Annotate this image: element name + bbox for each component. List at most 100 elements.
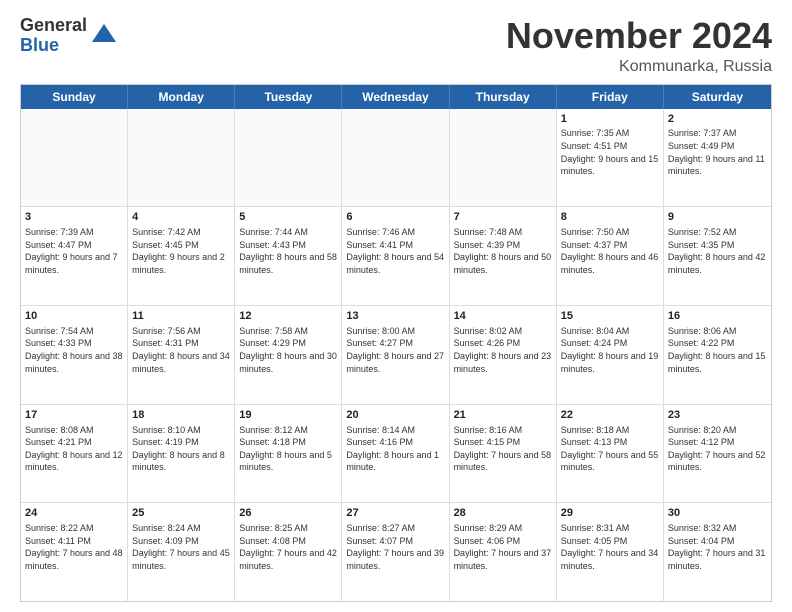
day-number: 14 bbox=[454, 309, 552, 324]
day-number: 25 bbox=[132, 506, 230, 521]
day-info: Sunrise: 8:31 AM Sunset: 4:05 PM Dayligh… bbox=[561, 522, 659, 572]
day-number: 18 bbox=[132, 408, 230, 423]
day-info: Sunrise: 8:14 AM Sunset: 4:16 PM Dayligh… bbox=[346, 424, 444, 474]
day-number: 19 bbox=[239, 408, 337, 423]
day-info: Sunrise: 8:25 AM Sunset: 4:08 PM Dayligh… bbox=[239, 522, 337, 572]
day-number: 13 bbox=[346, 309, 444, 324]
day-number: 23 bbox=[668, 408, 767, 423]
day-info: Sunrise: 8:02 AM Sunset: 4:26 PM Dayligh… bbox=[454, 325, 552, 375]
day-number: 1 bbox=[561, 112, 659, 127]
page-header: General Blue November 2024 Kommunarka, R… bbox=[20, 16, 772, 76]
day-info: Sunrise: 8:06 AM Sunset: 4:22 PM Dayligh… bbox=[668, 325, 767, 375]
cal-cell-r0-c6: 2Sunrise: 7:37 AM Sunset: 4:49 PM Daylig… bbox=[664, 109, 771, 207]
logo-icon bbox=[90, 22, 118, 50]
cal-cell-r3-c3: 20Sunrise: 8:14 AM Sunset: 4:16 PM Dayli… bbox=[342, 405, 449, 503]
cal-cell-r3-c4: 21Sunrise: 8:16 AM Sunset: 4:15 PM Dayli… bbox=[450, 405, 557, 503]
day-info: Sunrise: 7:39 AM Sunset: 4:47 PM Dayligh… bbox=[25, 226, 123, 276]
cal-cell-r1-c6: 9Sunrise: 7:52 AM Sunset: 4:35 PM Daylig… bbox=[664, 207, 771, 305]
day-number: 3 bbox=[25, 210, 123, 225]
header-day-tuesday: Tuesday bbox=[235, 85, 342, 109]
day-number: 5 bbox=[239, 210, 337, 225]
day-info: Sunrise: 8:22 AM Sunset: 4:11 PM Dayligh… bbox=[25, 522, 123, 572]
day-info: Sunrise: 8:10 AM Sunset: 4:19 PM Dayligh… bbox=[132, 424, 230, 474]
day-number: 6 bbox=[346, 210, 444, 225]
day-info: Sunrise: 7:44 AM Sunset: 4:43 PM Dayligh… bbox=[239, 226, 337, 276]
cal-cell-r1-c1: 4Sunrise: 7:42 AM Sunset: 4:45 PM Daylig… bbox=[128, 207, 235, 305]
cal-cell-r0-c4 bbox=[450, 109, 557, 207]
cal-cell-r1-c2: 5Sunrise: 7:44 AM Sunset: 4:43 PM Daylig… bbox=[235, 207, 342, 305]
day-number: 2 bbox=[668, 112, 767, 127]
day-info: Sunrise: 7:56 AM Sunset: 4:31 PM Dayligh… bbox=[132, 325, 230, 375]
cal-cell-r2-c1: 11Sunrise: 7:56 AM Sunset: 4:31 PM Dayli… bbox=[128, 306, 235, 404]
cal-cell-r0-c0 bbox=[21, 109, 128, 207]
day-number: 9 bbox=[668, 210, 767, 225]
day-number: 30 bbox=[668, 506, 767, 521]
header-day-thursday: Thursday bbox=[450, 85, 557, 109]
header-day-wednesday: Wednesday bbox=[342, 85, 449, 109]
cal-cell-r4-c2: 26Sunrise: 8:25 AM Sunset: 4:08 PM Dayli… bbox=[235, 503, 342, 601]
day-info: Sunrise: 7:37 AM Sunset: 4:49 PM Dayligh… bbox=[668, 127, 767, 177]
cal-cell-r3-c6: 23Sunrise: 8:20 AM Sunset: 4:12 PM Dayli… bbox=[664, 405, 771, 503]
day-info: Sunrise: 7:35 AM Sunset: 4:51 PM Dayligh… bbox=[561, 127, 659, 177]
cal-cell-r4-c0: 24Sunrise: 8:22 AM Sunset: 4:11 PM Dayli… bbox=[21, 503, 128, 601]
header-day-monday: Monday bbox=[128, 85, 235, 109]
month-title: November 2024 bbox=[506, 16, 772, 56]
cal-cell-r1-c0: 3Sunrise: 7:39 AM Sunset: 4:47 PM Daylig… bbox=[21, 207, 128, 305]
cal-cell-r0-c2 bbox=[235, 109, 342, 207]
cal-cell-r4-c5: 29Sunrise: 8:31 AM Sunset: 4:05 PM Dayli… bbox=[557, 503, 664, 601]
day-number: 4 bbox=[132, 210, 230, 225]
day-number: 12 bbox=[239, 309, 337, 324]
day-info: Sunrise: 7:46 AM Sunset: 4:41 PM Dayligh… bbox=[346, 226, 444, 276]
logo-blue: Blue bbox=[20, 36, 87, 56]
calendar-body: 1Sunrise: 7:35 AM Sunset: 4:51 PM Daylig… bbox=[21, 109, 771, 601]
calendar-row-2: 10Sunrise: 7:54 AM Sunset: 4:33 PM Dayli… bbox=[21, 305, 771, 404]
logo: General Blue bbox=[20, 16, 118, 56]
day-number: 8 bbox=[561, 210, 659, 225]
calendar-header: SundayMondayTuesdayWednesdayThursdayFrid… bbox=[21, 85, 771, 109]
calendar-row-3: 17Sunrise: 8:08 AM Sunset: 4:21 PM Dayli… bbox=[21, 404, 771, 503]
cal-cell-r2-c3: 13Sunrise: 8:00 AM Sunset: 4:27 PM Dayli… bbox=[342, 306, 449, 404]
calendar: SundayMondayTuesdayWednesdayThursdayFrid… bbox=[20, 84, 772, 602]
day-info: Sunrise: 8:18 AM Sunset: 4:13 PM Dayligh… bbox=[561, 424, 659, 474]
day-info: Sunrise: 7:54 AM Sunset: 4:33 PM Dayligh… bbox=[25, 325, 123, 375]
day-info: Sunrise: 7:42 AM Sunset: 4:45 PM Dayligh… bbox=[132, 226, 230, 276]
cal-cell-r2-c0: 10Sunrise: 7:54 AM Sunset: 4:33 PM Dayli… bbox=[21, 306, 128, 404]
cal-cell-r2-c5: 15Sunrise: 8:04 AM Sunset: 4:24 PM Dayli… bbox=[557, 306, 664, 404]
cal-cell-r3-c0: 17Sunrise: 8:08 AM Sunset: 4:21 PM Dayli… bbox=[21, 405, 128, 503]
cal-cell-r2-c4: 14Sunrise: 8:02 AM Sunset: 4:26 PM Dayli… bbox=[450, 306, 557, 404]
cal-cell-r4-c4: 28Sunrise: 8:29 AM Sunset: 4:06 PM Dayli… bbox=[450, 503, 557, 601]
cal-cell-r2-c2: 12Sunrise: 7:58 AM Sunset: 4:29 PM Dayli… bbox=[235, 306, 342, 404]
day-info: Sunrise: 8:32 AM Sunset: 4:04 PM Dayligh… bbox=[668, 522, 767, 572]
day-info: Sunrise: 8:24 AM Sunset: 4:09 PM Dayligh… bbox=[132, 522, 230, 572]
header-day-sunday: Sunday bbox=[21, 85, 128, 109]
cal-cell-r3-c1: 18Sunrise: 8:10 AM Sunset: 4:19 PM Dayli… bbox=[128, 405, 235, 503]
cal-cell-r3-c5: 22Sunrise: 8:18 AM Sunset: 4:13 PM Dayli… bbox=[557, 405, 664, 503]
day-info: Sunrise: 8:08 AM Sunset: 4:21 PM Dayligh… bbox=[25, 424, 123, 474]
day-number: 15 bbox=[561, 309, 659, 324]
cal-cell-r3-c2: 19Sunrise: 8:12 AM Sunset: 4:18 PM Dayli… bbox=[235, 405, 342, 503]
day-info: Sunrise: 8:12 AM Sunset: 4:18 PM Dayligh… bbox=[239, 424, 337, 474]
day-number: 29 bbox=[561, 506, 659, 521]
day-info: Sunrise: 8:27 AM Sunset: 4:07 PM Dayligh… bbox=[346, 522, 444, 572]
cal-cell-r0-c1 bbox=[128, 109, 235, 207]
day-number: 22 bbox=[561, 408, 659, 423]
day-number: 21 bbox=[454, 408, 552, 423]
day-info: Sunrise: 8:16 AM Sunset: 4:15 PM Dayligh… bbox=[454, 424, 552, 474]
cal-cell-r4-c3: 27Sunrise: 8:27 AM Sunset: 4:07 PM Dayli… bbox=[342, 503, 449, 601]
cal-cell-r1-c5: 8Sunrise: 7:50 AM Sunset: 4:37 PM Daylig… bbox=[557, 207, 664, 305]
day-number: 10 bbox=[25, 309, 123, 324]
location-subtitle: Kommunarka, Russia bbox=[506, 58, 772, 76]
calendar-row-0: 1Sunrise: 7:35 AM Sunset: 4:51 PM Daylig… bbox=[21, 109, 771, 207]
day-number: 7 bbox=[454, 210, 552, 225]
day-number: 16 bbox=[668, 309, 767, 324]
day-info: Sunrise: 7:50 AM Sunset: 4:37 PM Dayligh… bbox=[561, 226, 659, 276]
cal-cell-r1-c4: 7Sunrise: 7:48 AM Sunset: 4:39 PM Daylig… bbox=[450, 207, 557, 305]
day-number: 27 bbox=[346, 506, 444, 521]
day-number: 26 bbox=[239, 506, 337, 521]
logo-general: General bbox=[20, 16, 87, 36]
day-info: Sunrise: 8:04 AM Sunset: 4:24 PM Dayligh… bbox=[561, 325, 659, 375]
day-info: Sunrise: 8:29 AM Sunset: 4:06 PM Dayligh… bbox=[454, 522, 552, 572]
cal-cell-r0-c5: 1Sunrise: 7:35 AM Sunset: 4:51 PM Daylig… bbox=[557, 109, 664, 207]
day-info: Sunrise: 8:00 AM Sunset: 4:27 PM Dayligh… bbox=[346, 325, 444, 375]
day-number: 24 bbox=[25, 506, 123, 521]
